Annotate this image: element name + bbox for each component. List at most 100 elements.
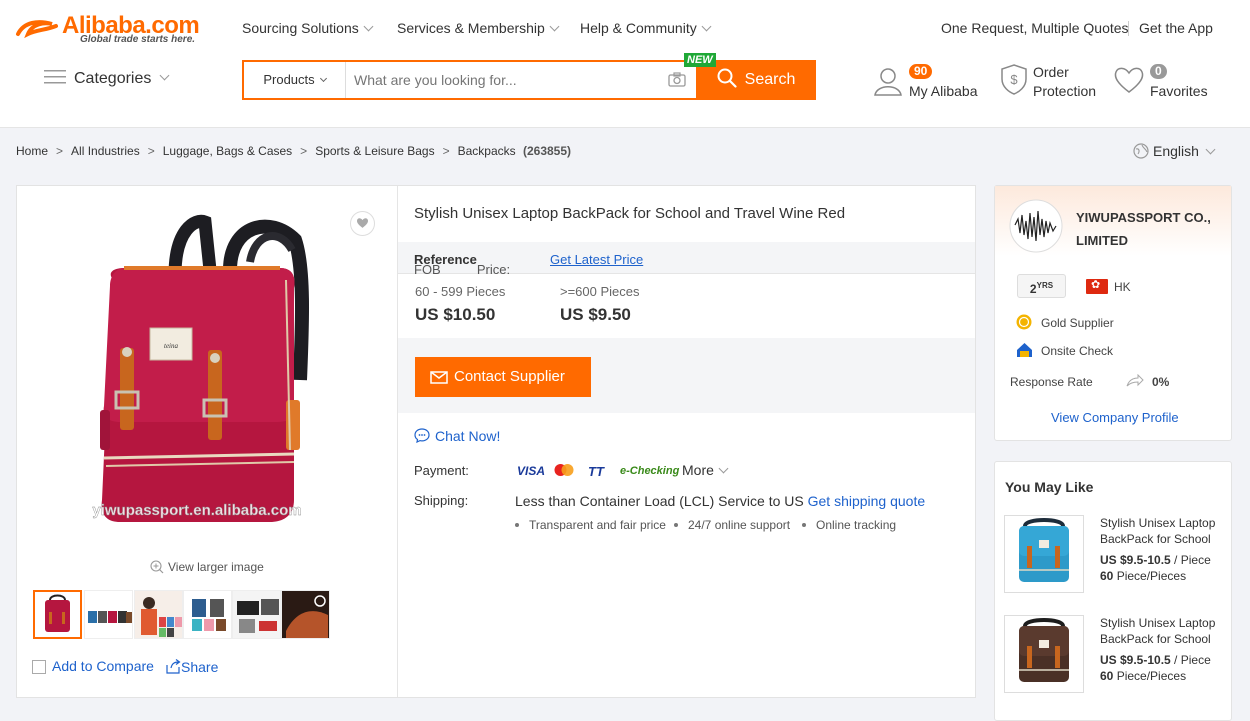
recommended-item-price: US $9.5-10.5 / Piece 60 Piece/Pieces [1100,652,1240,684]
recommended-item-image[interactable] [1004,515,1084,593]
favorite-button[interactable] [350,211,375,236]
patch-text: teina [164,342,178,350]
recommended-item-image[interactable] [1004,615,1084,693]
breadcrumb: Home > All Industries > Luggage, Bags & Case… [16,144,571,158]
fob-label: FOB Reference Price: [414,252,510,277]
tier-quantity: 60 - 599 Pieces [415,284,506,299]
heart-icon [1114,67,1144,93]
categories-menu[interactable]: Categories [44,70,170,88]
breadcrumb-backpacks[interactable]: Backpacks [458,144,516,158]
breadcrumb-luggage[interactable]: Luggage, Bags & Cases [163,144,292,158]
recommended-item-price: US $9.5-10.5 / Piece 60 Piece/Pieces [1100,552,1240,584]
price-tier-1: 60 - 599 Pieces US $10.50 [415,284,505,325]
supplier-logo[interactable] [1009,199,1063,253]
recommended-item-title[interactable]: Stylish Unisex Laptop BackPack for Schoo… [1100,615,1220,647]
breadcrumb-all-industries[interactable]: All Industries [71,144,140,158]
nav-label: Sourcing Solutions [242,20,359,36]
fob-price-bar: FOB Reference Price: Get Latest Price [398,242,975,277]
response-rate-label: Response Rate [1010,375,1093,389]
item-moq-unit: Piece/Pieces [1113,669,1187,683]
user-icon [874,68,902,96]
thumbnail-2[interactable] [84,590,133,639]
response-rate-value: 0% [1152,375,1170,389]
item-moq-unit: Piece/Pieces [1113,569,1187,583]
alibaba-logo[interactable]: Alibaba.com Global trade starts here. [14,12,214,48]
search-button-label: Search [744,71,796,88]
add-to-compare[interactable]: Add to Compare [32,658,154,674]
shipping-feature: Transparent and fair price [515,518,666,532]
my-alibaba-count-badge: 90 [909,64,933,79]
image-watermark: yiwupassport.en.alibaba.com [92,502,301,519]
shipping-feature: 24/7 online support [674,518,790,532]
nav-label: Help & Community [580,20,697,36]
chevron-down-icon [1205,144,1216,155]
new-badge: NEW [684,53,716,67]
shipping-feature: Online tracking [802,518,896,532]
onsite-check-label[interactable]: Onsite Check [1041,344,1113,358]
nav-services-membership[interactable]: Services & Membership [397,20,560,36]
breadcrumb-separator: > [147,144,155,158]
tier-price: US $10.50 [415,305,496,324]
nav-label: Services & Membership [397,20,545,36]
compare-checkbox[interactable] [32,660,46,674]
add-to-compare-label: Add to Compare [52,658,154,674]
payment-more-link[interactable]: More [682,462,729,478]
favorites-label: Favorites [1150,83,1208,99]
tt-icon: TT [588,464,604,479]
chevron-down-icon [363,21,374,32]
camera-icon[interactable] [668,72,686,87]
menu-icon [44,70,66,84]
view-company-profile-link[interactable]: View Company Profile [1051,410,1179,425]
thumbnail-6[interactable] [281,590,330,639]
get-shipping-quote-link[interactable]: Get shipping quote [808,493,926,509]
get-app-link[interactable]: Get the App [1139,20,1213,36]
globe-icon [1133,143,1149,159]
contact-supplier-label: Contact Supplier [454,368,565,385]
gold-supplier-label[interactable]: Gold Supplier [1041,316,1114,330]
get-latest-price-link[interactable]: Get Latest Price [550,252,643,267]
item-moq: 60 [1100,669,1114,683]
payment-more-label: More [682,462,714,478]
view-larger-image-link[interactable]: View larger image [150,560,264,574]
search-input[interactable] [354,68,654,92]
rfq-link[interactable]: One Request, Multiple Quotes [941,20,1129,36]
search-category-label: Products [263,72,315,87]
search-icon [717,68,737,88]
chevron-down-icon [319,74,327,83]
thumbnail-1[interactable] [33,590,82,639]
thumbnail-4[interactable] [183,590,232,639]
shipping-info: Less than Container Load (LCL) Service t… [515,493,925,509]
chat-icon [414,428,430,444]
shipping-text: Less than Container Load (LCL) Service t… [515,493,804,509]
chevron-down-icon [718,463,729,474]
hk-flag-icon [1086,278,1108,294]
breadcrumb-separator: > [442,144,450,158]
product-main-image[interactable]: teina yiwupassport.en.alibaba.com [80,210,320,540]
chevron-down-icon [549,21,560,32]
recommended-item-title[interactable]: Stylish Unisex Laptop BackPack for Schoo… [1100,515,1220,547]
logo-tagline: Global trade starts here. [80,34,196,45]
chevron-down-icon [701,21,712,32]
share-link[interactable]: Share [166,659,218,675]
you-may-like-title: You May Like [1005,479,1094,495]
contact-supplier-button[interactable]: Contact Supplier [415,357,591,397]
heart-icon [356,218,369,228]
language-label: English [1153,143,1199,159]
language-selector[interactable]: English [1133,143,1216,159]
thumbnail-5[interactable] [232,590,281,639]
gold-supplier-icon [1016,314,1032,330]
thumbnail-3[interactable] [134,590,183,639]
breadcrumb-separator: > [300,144,308,158]
search-category-select[interactable]: Products [244,62,346,98]
nav-help-community[interactable]: Help & Community [580,20,712,36]
item-unit: / Piece [1170,653,1211,667]
nav-sourcing-solutions[interactable]: Sourcing Solutions [242,20,374,36]
search-bar: Products Search [242,60,816,100]
favorites-count-badge: 0 [1150,64,1167,79]
breadcrumb-sports-bags[interactable]: Sports & Leisure Bags [315,144,434,158]
breadcrumb-home[interactable]: Home [16,144,48,158]
payment-label: Payment: [414,463,469,478]
chat-now-link[interactable]: Chat Now! [414,428,500,444]
tier-price: US $9.50 [560,305,631,324]
mastercard-icon [554,464,574,476]
